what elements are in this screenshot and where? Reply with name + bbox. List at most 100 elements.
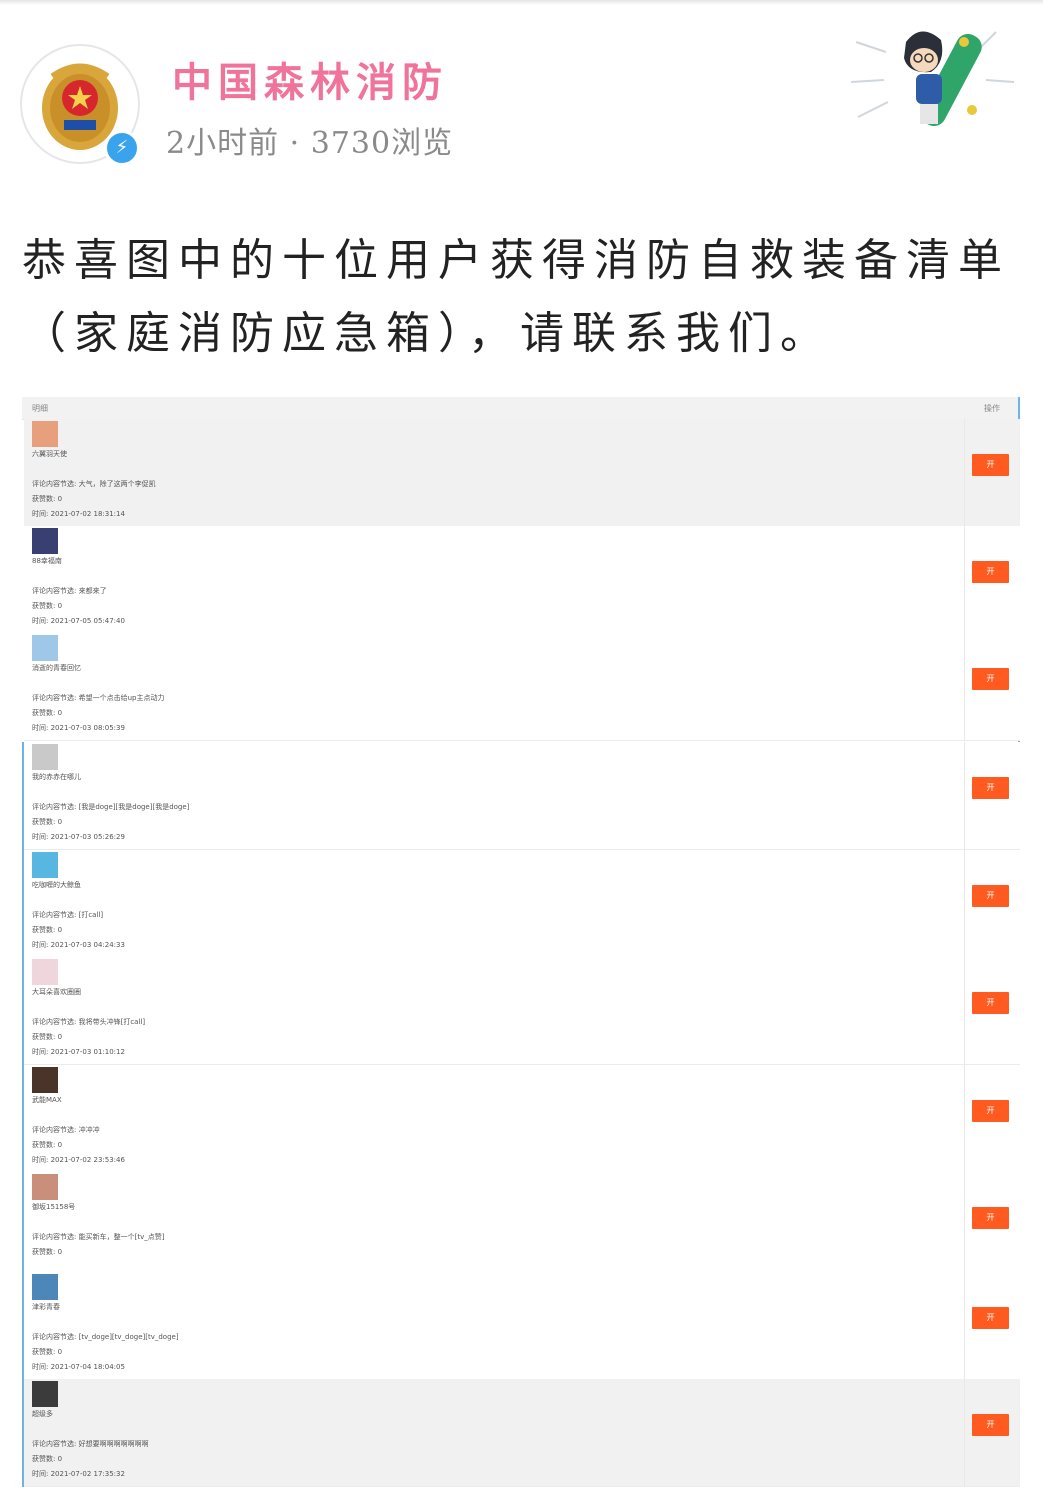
user-avatar[interactable] (32, 528, 58, 554)
column-divider (964, 526, 965, 633)
table-row: 吃咖喱的大鲸鱼 评论内容节选: [打call] 获赞数: 0 时间: 2021-07-… (24, 850, 1020, 958)
table-row: 六翼羽天使 评论内容节选: 大气，除了这两个李促凯 获赞数: 0 时间: 2021-0… (24, 419, 1020, 527)
comment-text: 好想要啊啊啊啊啊啊啊 (78, 1440, 149, 1448)
comment-text: 我将带头冲锋[打call] (78, 1018, 146, 1026)
user-name[interactable]: 津彩青春 (32, 1302, 60, 1312)
likes-prefix: 获赞数: (32, 495, 56, 503)
column-divider (964, 633, 965, 740)
table-row: 津彩青春评论内容节选: [tv_doge][tv_doge][tv_doge] 获… (24, 1272, 1020, 1380)
comment-excerpt: 评论内容节选: [tv_doge][tv_doge][tv_doge] (32, 1332, 179, 1342)
top-divider (0, 0, 1043, 5)
user-name[interactable]: 御坂15158号 (32, 1202, 75, 1212)
user-name[interactable]: 我的赤赤在哪儿 (32, 772, 81, 782)
likes-prefix: 获赞数: (32, 926, 56, 934)
comment-prefix: 评论内容节选: (32, 803, 77, 811)
time-prefix: 时间: (32, 1048, 49, 1056)
time-value: 2021-07-03 01:10:12 (50, 1048, 125, 1056)
like-count: 获赞数: 0 (32, 1347, 62, 1357)
meta-separator: · (289, 126, 301, 161)
like-count: 获赞数: 0 (32, 494, 62, 504)
likes-value: 0 (57, 1348, 63, 1356)
time-prefix: 时间: (32, 1470, 49, 1478)
time-value: 2021-07-02 23:53:46 (50, 1156, 125, 1164)
user-avatar[interactable] (32, 959, 58, 985)
time-prefix: 时间: (32, 724, 49, 732)
comment-excerpt: 评论内容节选: 我将带头冲锋[打call] (32, 1017, 145, 1027)
likes-prefix: 获赞数: (32, 1141, 56, 1149)
comment-text: [打call] (78, 911, 104, 919)
likes-value: 0 (57, 495, 63, 503)
user-avatar[interactable] (32, 1174, 58, 1200)
comment-time: 时间: 2021-07-04 18:04:05 (32, 1362, 125, 1372)
open-button[interactable]: 开 (972, 668, 1009, 690)
like-count: 获赞数: 0 (32, 1140, 62, 1150)
comment-excerpt: 评论内容节选: 好想要啊啊啊啊啊啊啊 (32, 1439, 149, 1449)
time-value: 2021-07-03 04:24:33 (50, 941, 125, 949)
user-name[interactable]: 消逝的青春回忆 (32, 663, 81, 673)
likes-value: 0 (57, 926, 63, 934)
open-button[interactable]: 开 (972, 1207, 1009, 1229)
time-value: 2021-07-02 18:31:14 (50, 510, 125, 518)
likes-prefix: 获赞数: (32, 709, 56, 717)
comment-prefix: 评论内容节选: (32, 1126, 77, 1134)
likes-value: 0 (57, 818, 63, 826)
comment-time: 时间: 2021-07-02 18:31:14 (32, 509, 125, 519)
like-count: 获赞数: 0 (32, 1032, 62, 1042)
user-name[interactable]: 吃咖喱的大鲸鱼 (32, 880, 81, 890)
time-prefix: 时间: (32, 1156, 49, 1164)
open-button[interactable]: 开 (972, 992, 1009, 1014)
open-button[interactable]: 开 (972, 885, 1009, 907)
user-avatar[interactable] (32, 635, 58, 661)
cartoon-skateboard-sticker (846, 22, 1018, 132)
user-avatar[interactable] (32, 1067, 58, 1093)
time-prefix: 时间: (32, 833, 49, 841)
time-value: 2021-07-02 17:35:32 (50, 1470, 125, 1478)
like-count: 获赞数: 0 (32, 601, 62, 611)
time-prefix: 时间: (32, 941, 49, 949)
column-divider (964, 1065, 965, 1172)
comment-prefix: 评论内容节选: (32, 1018, 77, 1026)
user-avatar[interactable] (32, 852, 58, 878)
user-name[interactable]: 88幸福南 (32, 556, 62, 566)
post-title: 恭喜图中的十位用户获得消防自救装备清单 （家庭消防应急箱），请联系我们。 (22, 224, 1022, 370)
user-avatar[interactable] (32, 1381, 58, 1407)
open-button[interactable]: 开 (972, 561, 1009, 583)
column-divider (964, 957, 965, 1064)
open-button[interactable]: 开 (972, 454, 1009, 476)
user-name[interactable]: 六翼羽天使 (32, 449, 67, 459)
column-action: 操作 (984, 404, 1000, 413)
comment-time: 时间: 2021-07-03 04:24:33 (32, 940, 125, 950)
open-button[interactable]: 开 (972, 777, 1009, 799)
column-divider (964, 1172, 965, 1279)
user-avatar[interactable] (32, 1274, 58, 1300)
verified-badge-icon: ⚡ (104, 130, 140, 166)
time-ago: 2小时前 (166, 126, 280, 161)
column-divider (964, 1379, 965, 1486)
open-button[interactable]: 开 (972, 1307, 1009, 1329)
post-title-line1: 恭喜图中的十位用户获得消防自救装备清单 (22, 235, 1010, 286)
user-avatar[interactable] (32, 421, 58, 447)
table-row: 88幸福南 评论内容节选: 来都来了 获赞数: 0 时间: 2021-07-05 05… (24, 526, 1020, 634)
user-name[interactable]: 超级多 (32, 1409, 53, 1419)
view-count: 3730浏览 (310, 126, 454, 161)
time-prefix: 时间: (32, 617, 49, 625)
comment-excerpt: 评论内容节选: 能买新车，整一个[tv_点赞] (32, 1232, 164, 1242)
user-avatar[interactable] (32, 744, 58, 770)
open-button[interactable]: 开 (972, 1414, 1009, 1436)
likes-value: 0 (57, 1455, 63, 1463)
comment-excerpt: 评论内容节选: 希望一个点击给up主点动力 (32, 693, 164, 703)
comment-prefix: 评论内容节选: (32, 1333, 77, 1341)
table-row: 超级多评论内容节选: 好想要啊啊啊啊啊啊啊 获赞数: 0 时间: 2021-07-0… (24, 1379, 1020, 1487)
user-name[interactable]: 大耳朵喜欢圈圈 (32, 987, 81, 997)
table-row: 消逝的青春回忆 评论内容节选: 希望一个点击给up主点动力 获赞数: 0 时间: 20… (24, 633, 1020, 741)
likes-prefix: 获赞数: (32, 602, 56, 610)
user-name[interactable]: 武能MAX (32, 1095, 62, 1105)
comment-excerpt: 评论内容节选: 来都来了 (32, 586, 107, 596)
open-button[interactable]: 开 (972, 1100, 1009, 1122)
time-value: 2021-07-03 05:26:29 (50, 833, 125, 841)
comment-prefix: 评论内容节选: (32, 911, 77, 919)
likes-prefix: 获赞数: (32, 1455, 56, 1463)
table-row: 武能MAX 评论内容节选: 冲冲冲 获赞数: 0 时间: 2021-07-02 23:… (24, 1065, 1020, 1173)
author-name[interactable]: 中国森林消防 (172, 50, 448, 108)
time-value: 2021-07-04 18:04:05 (50, 1363, 125, 1371)
